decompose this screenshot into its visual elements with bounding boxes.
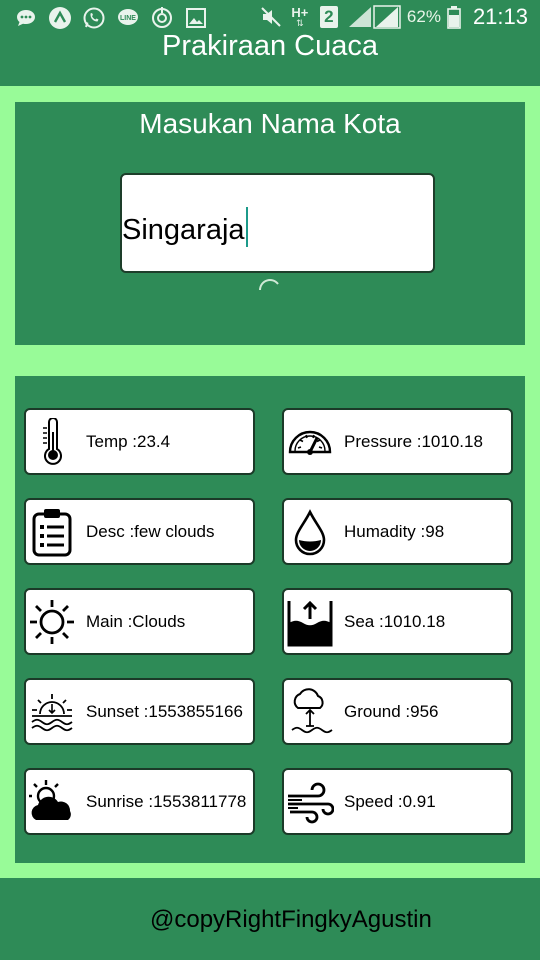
thermometer-icon	[27, 415, 77, 469]
system-indicators: H+ ⇅ 2 62% 21:13	[259, 4, 528, 30]
ground-level-icon	[285, 685, 335, 739]
wind-icon	[285, 775, 335, 829]
sunrise-icon	[27, 775, 77, 829]
sim-2-icon: 2	[317, 5, 341, 29]
main-card: Main :Clouds	[24, 588, 255, 655]
loading-spinner-icon	[259, 279, 279, 291]
battery-icon	[447, 5, 461, 29]
main-label: Main :Clouds	[86, 612, 186, 631]
sunrise-card: Sunrise :1553811778	[24, 768, 255, 835]
search-panel: Masukan Nama Kota Singaraja	[15, 102, 525, 345]
city-input-value[interactable]: Singaraja	[122, 207, 248, 247]
sim-label: 2	[324, 7, 334, 26]
desc-card: Desc :few clouds	[24, 498, 255, 565]
text-caret	[245, 207, 248, 247]
footer: @copyRightFingkyAgustin	[0, 878, 540, 960]
battery-percent: 62%	[406, 7, 441, 26]
humidity-label: Humadity :98	[344, 522, 445, 541]
weather-info-panel: Temp :23.4 Pressure :1010.18 Desc :few c…	[15, 376, 525, 863]
pressure-label: Pressure :1010.18	[344, 432, 483, 451]
temp-card: Temp :23.4	[24, 408, 255, 475]
desc-label: Desc :few clouds	[86, 522, 215, 541]
mute-icon	[259, 5, 283, 29]
pressure-card: Pressure :1010.18	[282, 408, 513, 475]
city-input-label: Masukan Nama Kota	[139, 108, 401, 139]
chat-icon	[14, 6, 38, 30]
signal-icon	[347, 5, 401, 29]
water-drop-icon	[285, 505, 335, 559]
arrow-up-circle-icon	[48, 6, 72, 30]
clipboard-icon	[27, 505, 77, 559]
ground-label: Ground :956	[344, 702, 439, 721]
humidity-card: Humadity :98	[282, 498, 513, 565]
app-bar: Prakiraan Cuaca	[0, 30, 540, 86]
hplus-signal-icon: H+ ⇅	[291, 5, 309, 28]
sunset-icon	[27, 685, 77, 739]
notification-icons: LINE	[14, 6, 208, 30]
sea-label: Sea :1010.18	[344, 612, 446, 631]
sea-card: Sea :1010.18	[282, 588, 513, 655]
clock: 21:13	[472, 4, 528, 29]
speed-label: Speed :0.91	[344, 792, 436, 811]
sunrise-label: Sunrise :1553811778	[86, 792, 247, 811]
sun-icon	[27, 595, 77, 649]
sea-level-icon	[285, 595, 335, 649]
line-icon: LINE	[116, 6, 140, 30]
speed-card: Speed :0.91	[282, 768, 513, 835]
city-input-text: Singaraja	[122, 214, 245, 246]
gauge-icon	[285, 415, 335, 469]
sunset-card: Sunset :1553855166	[24, 678, 255, 745]
ground-card: Ground :956	[282, 678, 513, 745]
sunset-label: Sunset :1553855166	[86, 702, 243, 721]
svg-text:LINE: LINE	[120, 15, 136, 22]
sync-icon	[150, 6, 174, 30]
city-input[interactable]: Singaraja	[120, 173, 435, 273]
app-title: Prakiraan Cuaca	[162, 30, 378, 62]
temp-label: Temp :23.4	[86, 432, 171, 451]
whatsapp-icon	[82, 6, 106, 30]
gallery-icon	[184, 6, 208, 30]
copyright-text: @copyRightFingkyAgustin	[150, 906, 432, 933]
